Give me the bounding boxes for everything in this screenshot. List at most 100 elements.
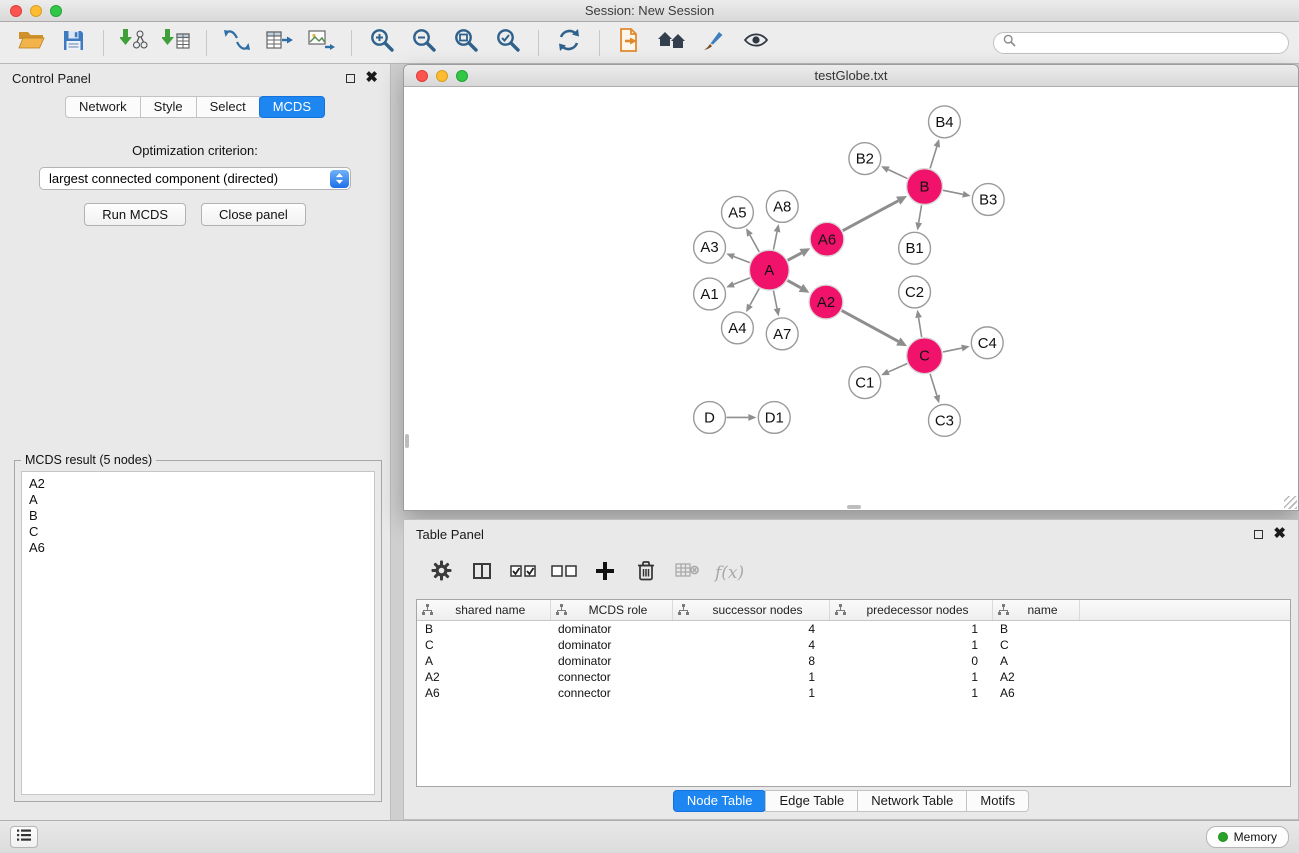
zoom-window-button[interactable]	[50, 5, 62, 17]
graph-edge-A-A8[interactable]	[773, 232, 777, 250]
show-columns-button[interactable]	[469, 558, 495, 588]
mcds-result-item[interactable]: A2	[29, 476, 367, 492]
column-header-name[interactable]: name	[992, 600, 1079, 620]
graph-edge-C-C2[interactable]	[919, 318, 922, 337]
refresh-button[interactable]	[548, 26, 590, 60]
table-cell[interactable]: dominator	[550, 653, 672, 669]
table-cell[interactable]: A2	[992, 669, 1079, 685]
column-header-predecessor-nodes[interactable]: predecessor nodes	[829, 600, 992, 620]
table-cell[interactable]: 1	[829, 669, 992, 685]
add-column-button[interactable]	[592, 558, 618, 588]
first-neighbors-button[interactable]	[609, 26, 651, 60]
mcds-result-item[interactable]: A6	[29, 540, 367, 556]
table-cell[interactable]: dominator	[550, 637, 672, 653]
tab-network-table[interactable]: Network Table	[857, 790, 967, 812]
table-row-c[interactable]: Cdominator41C	[417, 637, 1290, 653]
column-header-mcds-role[interactable]: MCDS role	[550, 600, 672, 620]
table-panel-close-icon[interactable]: ✖	[1273, 529, 1286, 539]
table-cell[interactable]: dominator	[550, 620, 672, 637]
table-panel-float-icon[interactable]	[1254, 530, 1263, 539]
graph-edge-A6-B[interactable]	[843, 201, 899, 231]
horizontal-scrollbar-thumb[interactable]	[847, 505, 861, 509]
table-cell[interactable]: C	[992, 637, 1079, 653]
table-cell[interactable]: 1	[829, 620, 992, 637]
graph-edge-B-B3[interactable]	[943, 190, 963, 194]
vertical-scrollbar-thumb[interactable]	[405, 434, 409, 448]
network-canvas[interactable]: AA6A2BCA5A8A3A1A4A7B2B4B3B1C2C4C1C3DD1	[404, 88, 1298, 510]
table-cell[interactable]: C	[417, 637, 550, 653]
table-settings-button[interactable]	[428, 558, 454, 588]
graph-edge-C-C4[interactable]	[943, 348, 962, 352]
graph-edge-A2-C[interactable]	[842, 311, 899, 342]
select-all-button[interactable]	[510, 558, 536, 588]
graph-edge-C-C3[interactable]	[930, 374, 937, 396]
mcds-result-item[interactable]: A	[29, 492, 367, 508]
home-button[interactable]	[651, 26, 693, 60]
mcds-result-item[interactable]: C	[29, 524, 367, 540]
graph-edge-A-A6[interactable]	[788, 253, 802, 260]
graph-edge-A-A7[interactable]	[773, 291, 777, 309]
table-cell[interactable]: A	[992, 653, 1079, 669]
table-cell[interactable]: A6	[417, 685, 550, 701]
deselect-all-button[interactable]	[551, 558, 577, 588]
table-cell[interactable]: 1	[829, 637, 992, 653]
table-cell[interactable]: 1	[672, 669, 829, 685]
network-minimize-button[interactable]	[436, 70, 448, 82]
table-cell[interactable]: 0	[829, 653, 992, 669]
graph-edge-B-B4[interactable]	[930, 147, 937, 169]
mcds-result-item[interactable]: B	[29, 508, 367, 524]
minimize-window-button[interactable]	[30, 5, 42, 17]
table-cell[interactable]: 4	[672, 637, 829, 653]
graph-edge-B-B1[interactable]	[919, 205, 922, 222]
column-header-shared-name[interactable]: shared name	[417, 600, 550, 620]
graph-edge-A-A4[interactable]	[750, 288, 759, 305]
column-header-successor-nodes[interactable]: successor nodes	[672, 600, 829, 620]
graph-edge-A-A2[interactable]	[787, 280, 800, 287]
table-cell[interactable]: 8	[672, 653, 829, 669]
tab-node-table[interactable]: Node Table	[673, 790, 767, 812]
delete-column-button[interactable]	[633, 558, 659, 588]
table-row-b[interactable]: Bdominator41B	[417, 620, 1290, 637]
tab-mcds[interactable]: MCDS	[259, 96, 325, 118]
zoom-in-button[interactable]	[361, 26, 403, 60]
zoom-selected-button[interactable]	[487, 26, 529, 60]
zoom-fit-button[interactable]	[445, 26, 487, 60]
table-cell[interactable]: B	[417, 620, 550, 637]
table-cell[interactable]: connector	[550, 669, 672, 685]
table-cell[interactable]: A2	[417, 669, 550, 685]
table-row-a2[interactable]: A2connector11A2	[417, 669, 1290, 685]
save-session-button[interactable]	[52, 26, 94, 60]
titlebar[interactable]: Session: New Session	[0, 0, 1299, 22]
close-panel-icon[interactable]: ✖	[365, 73, 378, 83]
window-resize-grip[interactable]	[1284, 496, 1297, 509]
table-row-a[interactable]: Adominator80A	[417, 653, 1290, 669]
memory-button[interactable]: Memory	[1206, 826, 1289, 848]
style-brush-button[interactable]	[693, 26, 735, 60]
tab-motifs[interactable]: Motifs	[966, 790, 1029, 812]
optimization-criterion-dropdown[interactable]: largest connected component (directed)	[39, 167, 351, 190]
task-history-button[interactable]	[10, 826, 38, 848]
import-table-button[interactable]	[155, 26, 197, 60]
table-cell[interactable]: 1	[672, 685, 829, 701]
table-cell[interactable]: 1	[829, 685, 992, 701]
network-zoom-button[interactable]	[456, 70, 468, 82]
graph-edge-C-C1[interactable]	[888, 363, 907, 371]
open-session-button[interactable]	[10, 26, 52, 60]
import-network-button[interactable]	[113, 26, 155, 60]
graph-edge-B-B2[interactable]	[888, 170, 907, 179]
table-cell[interactable]: 4	[672, 620, 829, 637]
float-panel-icon[interactable]	[346, 74, 355, 83]
table-cell[interactable]: B	[992, 620, 1079, 637]
graph-edge-A-A5[interactable]	[750, 235, 759, 252]
graph-edge-A-A1[interactable]	[734, 278, 750, 284]
network-window-titlebar[interactable]: testGlobe.txt	[404, 65, 1298, 87]
graph-edge-A-A3[interactable]	[734, 257, 750, 263]
close-panel-button[interactable]: Close panel	[201, 203, 306, 226]
export-table-button[interactable]	[258, 26, 300, 60]
export-network-button[interactable]	[216, 26, 258, 60]
close-window-button[interactable]	[10, 5, 22, 17]
table-cell[interactable]: connector	[550, 685, 672, 701]
run-mcds-button[interactable]: Run MCDS	[84, 203, 186, 226]
table-cell[interactable]: A	[417, 653, 550, 669]
search-input[interactable]	[1021, 36, 1279, 50]
